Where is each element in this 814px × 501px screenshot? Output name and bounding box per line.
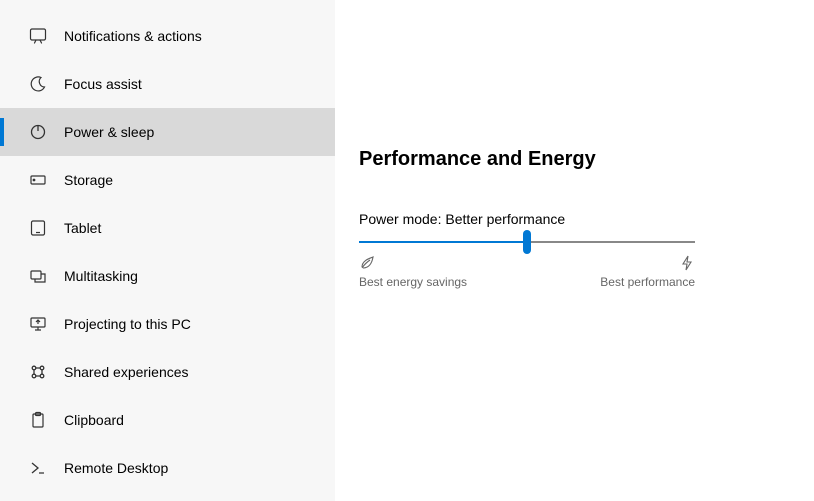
storage-icon: [28, 170, 48, 190]
multitask-icon: [28, 266, 48, 286]
settings-sidebar: Notifications & actions Focus assist Pow…: [0, 0, 335, 501]
slider-label-right: Best performance: [600, 275, 695, 289]
sidebar-item-label: Notifications & actions: [64, 28, 202, 44]
sidebar-item-tablet[interactable]: Tablet: [0, 204, 335, 252]
sidebar-item-storage[interactable]: Storage: [0, 156, 335, 204]
sidebar-item-label: Clipboard: [64, 412, 124, 428]
project-icon: [28, 314, 48, 334]
remote-icon: [28, 458, 48, 478]
leaf-icon: [359, 255, 375, 271]
shared-icon: [28, 362, 48, 382]
sidebar-item-power-sleep[interactable]: Power & sleep: [0, 108, 335, 156]
power-mode-label: Power mode: Better performance: [359, 211, 784, 227]
sidebar-item-multitasking[interactable]: Multitasking: [0, 252, 335, 300]
power-mode-slider[interactable]: Best energy savings Best performance: [359, 241, 695, 289]
power-icon: [28, 122, 48, 142]
slider-labels: Best energy savings Best performance: [359, 275, 695, 289]
sidebar-item-label: Multitasking: [64, 268, 138, 284]
sidebar-item-label: Tablet: [64, 220, 101, 236]
sidebar-item-label: Projecting to this PC: [64, 316, 191, 332]
sidebar-item-remote-desktop[interactable]: Remote Desktop: [0, 444, 335, 492]
slider-fill: [359, 241, 527, 243]
main-content: Performance and Energy Power mode: Bette…: [335, 0, 814, 501]
sidebar-item-clipboard[interactable]: Clipboard: [0, 396, 335, 444]
sidebar-item-notifications[interactable]: Notifications & actions: [0, 12, 335, 60]
sidebar-item-shared-experiences[interactable]: Shared experiences: [0, 348, 335, 396]
sidebar-item-label: Shared experiences: [64, 364, 189, 380]
notification-icon: [28, 26, 48, 46]
sidebar-item-projecting[interactable]: Projecting to this PC: [0, 300, 335, 348]
moon-icon: [28, 74, 48, 94]
sidebar-item-label: Focus assist: [64, 76, 142, 92]
slider-track: [359, 241, 695, 243]
sidebar-item-label: Storage: [64, 172, 113, 188]
tablet-icon: [28, 218, 48, 238]
sidebar-item-label: Power & sleep: [64, 124, 154, 140]
sidebar-item-focus-assist[interactable]: Focus assist: [0, 60, 335, 108]
slider-icons: [359, 255, 695, 271]
clipboard-icon: [28, 410, 48, 430]
sidebar-item-label: Remote Desktop: [64, 460, 168, 476]
slider-label-left: Best energy savings: [359, 275, 467, 289]
slider-thumb[interactable]: [523, 230, 531, 254]
section-title: Performance and Energy: [359, 148, 784, 171]
lightning-icon: [679, 255, 695, 271]
